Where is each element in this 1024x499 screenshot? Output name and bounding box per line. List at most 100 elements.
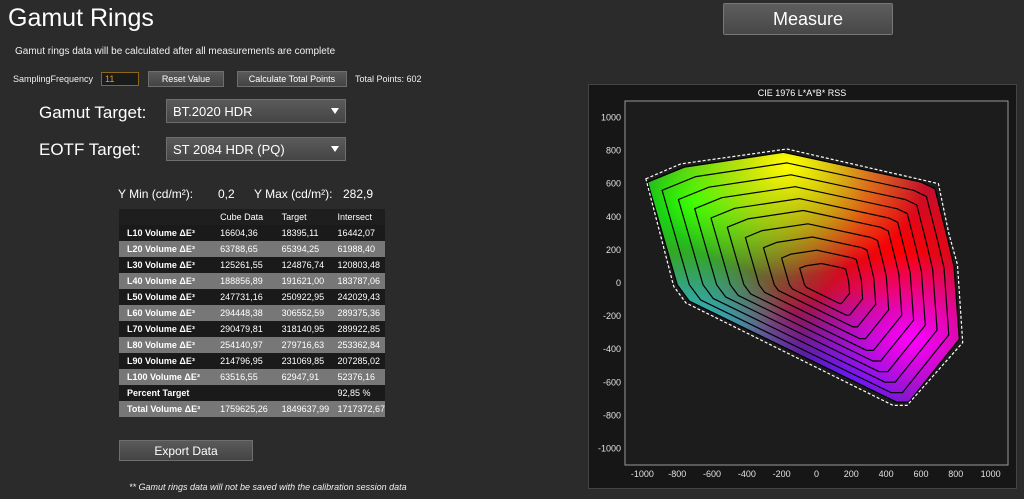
plot-svg: CIE 1976 L*A*B* RSS -1000 -800 -600 -400 -20… [598,88,1009,479]
row-label: L90 Volume ΔE³ [119,353,217,369]
x-tick-label: -400 [738,469,756,479]
table-cell: 1717372,67 [333,401,385,417]
page-title: Gamut Rings [8,4,154,32]
y-tick-label: 1000 [601,113,621,123]
table-cell: 214796,95 [216,353,278,369]
sampling-frequency-input[interactable] [101,72,139,86]
table-row: L60 Volume ΔE³ 294448,38 306552,59 289375,3… [119,305,385,321]
x-tick-label: 600 [913,469,928,479]
sampling-frequency-label: SamplingFrequency [13,74,94,84]
table-cell: 294448,38 [216,305,278,321]
table-cell: 247731,16 [216,289,278,305]
y-tick-label: -400 [603,344,621,354]
row-label: L60 Volume ΔE³ [119,305,217,321]
table-cell [277,385,334,401]
y-max-value: 282,9 [343,187,374,201]
y-tick-label: 0 [616,278,621,288]
table-row: L100 Volume ΔE³ 63516,55 62947,91 52376,16 [119,369,385,385]
gamut-target-label: Gamut Target: [39,103,147,122]
table-row: L50 Volume ΔE³ 247731,16 250922,95 242029,4… [119,289,385,305]
eotf-target-select[interactable]: ST 2084 HDR (PQ) [166,137,346,161]
row-label: L80 Volume ΔE³ [119,337,217,353]
y-min-label: Y Min (cd/m²): [118,187,194,201]
footnote: ** Gamut rings data will not be saved wi… [129,482,407,492]
x-tick-label: 800 [948,469,963,479]
table-row: L90 Volume ΔE³ 214796,95 231069,85 207285,0… [119,353,385,369]
table-cell: 62947,91 [277,369,334,385]
x-tick-label: 1000 [981,469,1001,479]
row-label: L10 Volume ΔE³ [119,225,217,241]
table-row: L20 Volume ΔE³ 63788,65 65394,25 61988,40 [119,241,385,257]
y-tick-label: 800 [606,146,621,156]
row-label: L50 Volume ΔE³ [119,289,217,305]
reset-value-button[interactable]: Reset Value [148,71,224,87]
x-tick-label: -200 [773,469,791,479]
table-header-cell: Cube Data [216,209,278,225]
x-tick-label: 200 [844,469,859,479]
table-cell: 61988,40 [333,241,385,257]
table-cell: 16442,07 [333,225,385,241]
table-cell: 124876,74 [277,257,334,273]
measure-button[interactable]: Measure [723,3,893,35]
table-cell: 253362,84 [333,337,385,353]
table-cell: 188856,89 [216,273,278,289]
x-tick-label: -800 [668,469,686,479]
table-header-cell [119,209,217,225]
table-row: L30 Volume ΔE³ 125261,55 124876,74 120803,4… [119,257,385,273]
row-label: L40 Volume ΔE³ [119,273,217,289]
table-row: L40 Volume ΔE³ 188856,89 191621,00 183787,0… [119,273,385,289]
export-data-button[interactable]: Export Data [119,440,253,461]
y-tick-label: -200 [603,311,621,321]
table-cell: 289922,85 [333,321,385,337]
table-cell: 52376,16 [333,369,385,385]
table-cell: 18395,11 [277,225,334,241]
y-tick-label: 200 [606,245,621,255]
table-cell: 1849637,99 [277,401,334,417]
gamut-target-value: BT.2020 HDR [173,103,253,119]
x-tick-label: -1000 [631,469,654,479]
y-tick-label: -1000 [598,443,621,453]
table-cell: 242029,43 [333,289,385,305]
table-cell: 92,85 % [333,385,385,401]
table-header-cell: Intersect [333,209,385,225]
table-cell: 183787,06 [333,273,385,289]
table-cell: 250922,95 [277,289,334,305]
cie-lab-plot: CIE 1976 L*A*B* RSS -1000 -800 -600 -400 -20… [588,84,1017,489]
gamut-target-select[interactable]: BT.2020 HDR [166,99,346,123]
table-cell: 120803,48 [333,257,385,273]
table-row: L70 Volume ΔE³ 290479,81 318140,95 289922,8… [119,321,385,337]
eotf-target-label: EOTF Target: [39,140,141,159]
chevron-down-icon [331,108,339,114]
table-cell: 16604,36 [216,225,278,241]
table-header-cell: Target [277,209,334,225]
x-tick-label: 0 [814,469,819,479]
row-label: L30 Volume ΔE³ [119,257,217,273]
table-cell: 63788,65 [216,241,278,257]
table-cell: 191621,00 [277,273,334,289]
row-label: L100 Volume ΔE³ [119,369,217,385]
row-label: Percent Target [119,385,217,401]
y-tick-label: 600 [606,179,621,189]
row-label: L70 Volume ΔE³ [119,321,217,337]
table-cell [216,385,278,401]
y-tick-label: -800 [603,410,621,420]
table-cell: 125261,55 [216,257,278,273]
chevron-down-icon [331,146,339,152]
y-max-label: Y Max (cd/m²): [254,187,333,201]
info-text: Gamut rings data will be calculated afte… [15,46,336,57]
eotf-target-value: ST 2084 HDR (PQ) [173,141,285,157]
row-label: L20 Volume ΔE³ [119,241,217,257]
y-tick-label: 400 [606,212,621,222]
table-cell: 63516,55 [216,369,278,385]
table-cell: 1759625,26 [216,401,278,417]
x-tick-label: -600 [703,469,721,479]
volume-table: Cube Data Target Intersect L10 Volume ΔE… [119,209,385,417]
table-header-row: Cube Data Target Intersect [119,209,385,225]
row-label: Total Volume ΔE³ [119,401,217,417]
table-cell: 231069,85 [277,353,334,369]
table-cell: 254140,97 [216,337,278,353]
table-cell: 65394,25 [277,241,334,257]
table-cell: 207285,02 [333,353,385,369]
calculate-total-points-button[interactable]: Calculate Total Points [237,71,347,87]
table-cell: 279716,63 [277,337,334,353]
